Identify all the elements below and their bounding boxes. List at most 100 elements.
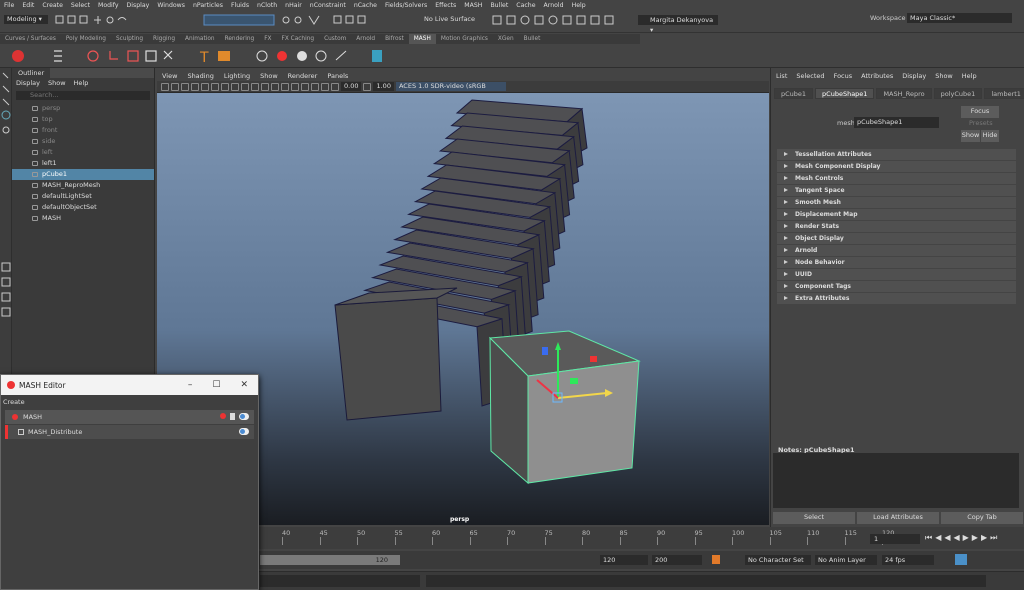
shelf-tab-arnold[interactable]: Arnold bbox=[351, 34, 380, 44]
menu-ncache[interactable]: nCache bbox=[350, 2, 381, 9]
attr-tab-mashrepro[interactable]: MASH_Repro bbox=[876, 88, 932, 99]
outliner-menu-help[interactable]: Help bbox=[74, 79, 89, 87]
mash-node-row[interactable]: MASH_Distribute bbox=[5, 425, 254, 439]
menu-display[interactable]: Display bbox=[123, 2, 154, 9]
menu-select[interactable]: Select bbox=[67, 2, 94, 9]
menu-fieldssolvers[interactable]: Fields/Solvers bbox=[381, 2, 431, 9]
menu-arnold[interactable]: Arnold bbox=[540, 2, 568, 9]
hide-button[interactable]: Hide bbox=[981, 130, 999, 142]
camera-icon[interactable] bbox=[161, 82, 169, 91]
trash-icon[interactable] bbox=[220, 413, 226, 419]
playback-controls[interactable]: ⏮◀◀◀▶▶▶⏭ bbox=[925, 533, 1000, 543]
attr-menu-focus[interactable]: Focus bbox=[834, 72, 853, 80]
max-time-field[interactable]: 200 bbox=[652, 555, 702, 565]
attr-section[interactable]: Mesh Component Display bbox=[777, 161, 1016, 172]
menu-edit[interactable]: Edit bbox=[18, 2, 38, 9]
outliner-menu-display[interactable]: Display bbox=[16, 79, 40, 87]
outliner-item[interactable]: side bbox=[12, 136, 154, 147]
end-time-field[interactable]: 120 bbox=[600, 555, 648, 565]
resolution-gate-icon[interactable] bbox=[211, 82, 219, 91]
exposure-icon[interactable] bbox=[331, 82, 339, 91]
range-bar[interactable]: 120 bbox=[260, 555, 400, 565]
shelf-tab-sculpting[interactable]: Sculpting bbox=[111, 34, 148, 44]
mesh-field[interactable]: pCubeShape1 bbox=[854, 117, 939, 128]
attr-menu-attributes[interactable]: Attributes bbox=[861, 72, 893, 80]
ao-icon[interactable] bbox=[291, 82, 299, 91]
mode-dropdown[interactable]: Modeling ▾ bbox=[4, 15, 48, 24]
attr-menu-help[interactable]: Help bbox=[962, 72, 977, 80]
film-gate-icon[interactable] bbox=[201, 82, 209, 91]
attr-section[interactable]: UUID bbox=[777, 269, 1016, 280]
shelf-tab-rendering[interactable]: Rendering bbox=[220, 34, 260, 44]
shadows-icon[interactable] bbox=[281, 82, 289, 91]
menu-windows[interactable]: Windows bbox=[153, 2, 189, 9]
character-set-dropdown[interactable]: No Character Set bbox=[745, 555, 811, 565]
smooth-shade-icon[interactable] bbox=[251, 82, 259, 91]
gate-mask-icon[interactable] bbox=[221, 82, 229, 91]
attr-section[interactable]: Displacement Map bbox=[777, 209, 1016, 220]
attr-section[interactable]: Render Stats bbox=[777, 221, 1016, 232]
textured-icon[interactable] bbox=[261, 82, 269, 91]
grid-icon[interactable] bbox=[191, 82, 199, 91]
shelf-tab-xgen[interactable]: XGen bbox=[493, 34, 519, 44]
mash-shelf-icons[interactable]: T bbox=[10, 48, 390, 64]
outliner-item[interactable]: pCube1 bbox=[12, 169, 154, 180]
attr-section[interactable]: Node Behavior bbox=[777, 257, 1016, 268]
outliner-item[interactable]: defaultLightSet bbox=[12, 191, 154, 202]
attr-section[interactable]: Component Tags bbox=[777, 281, 1016, 292]
attr-section[interactable]: Mesh Controls bbox=[777, 173, 1016, 184]
outliner-item[interactable]: MASH bbox=[12, 213, 154, 224]
shelf-tab-bifrost[interactable]: Bifrost bbox=[380, 34, 409, 44]
command-input[interactable] bbox=[260, 575, 420, 587]
duplicate-icon[interactable] bbox=[230, 413, 235, 420]
menu-create[interactable]: Create bbox=[38, 2, 67, 9]
attr-tab-pcubeshape1[interactable]: pCubeShape1 bbox=[815, 88, 875, 99]
shelf-tab-rigging[interactable]: Rigging bbox=[148, 34, 180, 44]
menu-file[interactable]: File bbox=[0, 2, 18, 9]
user-account[interactable]: Margita Dekanyova ▾ bbox=[638, 15, 718, 34]
attr-menu-show[interactable]: Show bbox=[935, 72, 953, 80]
mash-network-row[interactable]: MASH bbox=[5, 410, 254, 424]
viewport-menu-show[interactable]: Show bbox=[255, 72, 283, 80]
status-line-icons[interactable] bbox=[54, 14, 414, 26]
outliner-item[interactable]: defaultObjectSet bbox=[12, 202, 154, 213]
attr-menu-display[interactable]: Display bbox=[902, 72, 926, 80]
select-button[interactable]: Select bbox=[773, 512, 855, 524]
menu-effects[interactable]: Effects bbox=[431, 2, 460, 9]
attr-tab-polycube1[interactable]: polyCube1 bbox=[933, 88, 983, 99]
focus-button[interactable]: Focus bbox=[961, 106, 999, 118]
shelf-tab-animation[interactable]: Animation bbox=[180, 34, 220, 44]
render-icons[interactable] bbox=[490, 14, 630, 26]
bookmark-icon[interactable] bbox=[181, 82, 189, 91]
viewport-menu-shading[interactable]: Shading bbox=[182, 72, 218, 80]
menu-modify[interactable]: Modify bbox=[94, 2, 123, 9]
isolate-icon[interactable] bbox=[321, 82, 329, 91]
viewport-menu-lighting[interactable]: Lighting bbox=[219, 72, 255, 80]
loop-icon[interactable] bbox=[955, 554, 967, 565]
lights-icon[interactable] bbox=[271, 82, 279, 91]
outliner-item[interactable]: top bbox=[12, 114, 154, 125]
exposure-field[interactable]: 0.00 bbox=[341, 82, 362, 91]
close-icon[interactable]: ✕ bbox=[240, 380, 248, 390]
menu-bullet[interactable]: Bullet bbox=[486, 2, 512, 9]
outliner-menu-show[interactable]: Show bbox=[48, 79, 66, 87]
outliner-search[interactable]: Search... bbox=[16, 91, 150, 100]
shelf-tab-polymodeling[interactable]: Poly Modeling bbox=[61, 34, 111, 44]
shelf-tab-fx[interactable]: FX bbox=[259, 34, 276, 44]
anim-layer-dropdown[interactable]: No Anim Layer bbox=[815, 555, 877, 565]
menu-help[interactable]: Help bbox=[568, 2, 590, 9]
outliner-item[interactable]: left bbox=[12, 147, 154, 158]
network-toggle[interactable] bbox=[239, 413, 249, 420]
attr-section[interactable]: Tessellation Attributes bbox=[777, 149, 1016, 160]
shelf-tab-custom[interactable]: Custom bbox=[319, 34, 351, 44]
aa-icon[interactable] bbox=[301, 82, 309, 91]
outliner-item[interactable]: front bbox=[12, 125, 154, 136]
camera-attr-icon[interactable] bbox=[171, 82, 179, 91]
shelf-tab-curvessurfaces[interactable]: Curves / Surfaces bbox=[0, 34, 61, 44]
attr-menu-selected[interactable]: Selected bbox=[796, 72, 824, 80]
viewport-menu-renderer[interactable]: Renderer bbox=[283, 72, 323, 80]
menu-nhair[interactable]: nHair bbox=[281, 2, 306, 9]
shelf-tab-bullet[interactable]: Bullet bbox=[519, 34, 546, 44]
outliner-item[interactable]: persp bbox=[12, 103, 154, 114]
attr-menu-list[interactable]: List bbox=[776, 72, 787, 80]
